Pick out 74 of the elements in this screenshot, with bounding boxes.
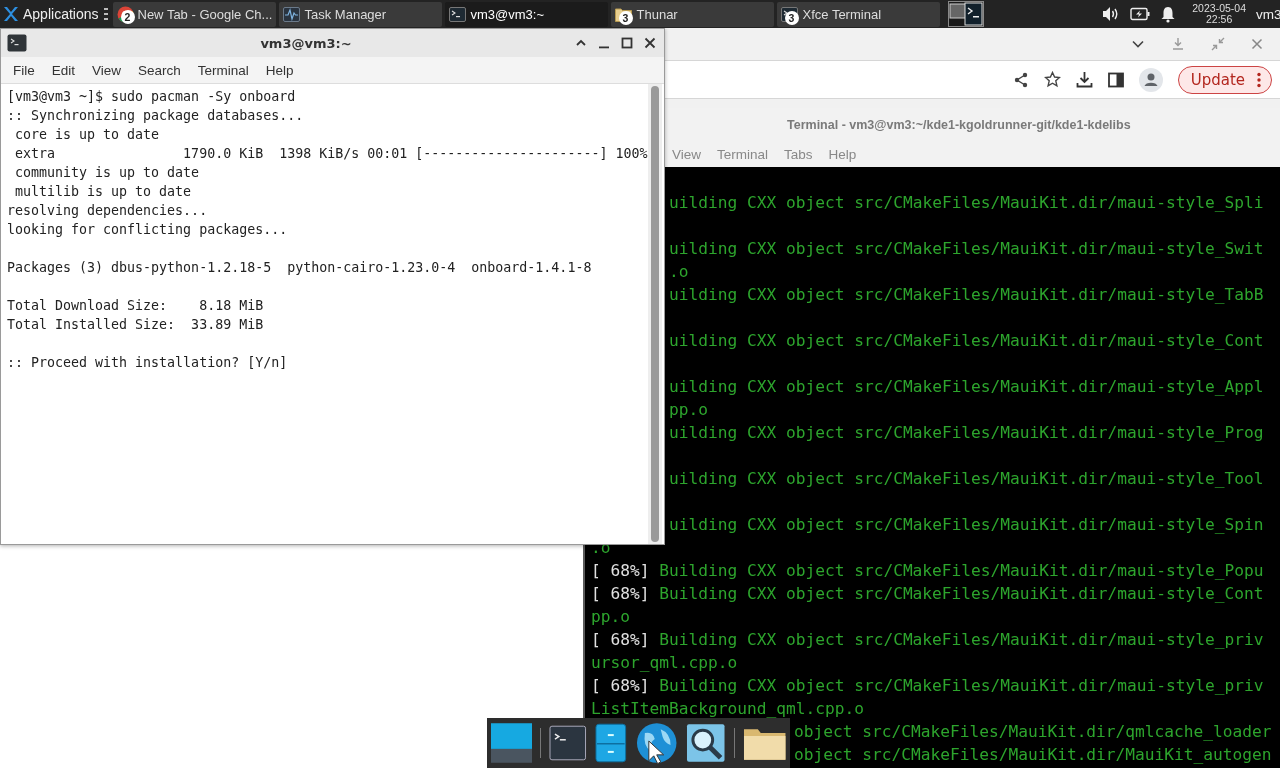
clock[interactable]: 2023-05-04 22:56 [1192, 3, 1246, 25]
output-line: Building CXX object src/CMakeFiles/MauiKit.dir/maui-style_priv [659, 675, 1264, 697]
clock-time: 22:56 [1206, 14, 1233, 25]
output-line: Total Download Size: 8.18 MiB [7, 297, 265, 315]
progress-text: [ 68%] [591, 675, 650, 697]
output-line: Packages (3) dbus-python-1.2.18-5 python-cairo-1.23.0-4 onboard-1.4.1-8 [7, 259, 593, 277]
menu-item[interactable]: File [13, 62, 35, 78]
output-line: :: Proceed with installation? [Y/n] [7, 354, 289, 372]
magnifier-icon[interactable] [686, 723, 726, 763]
maximize-icon[interactable] [621, 37, 633, 49]
output-line: uilding CXX object src/CMakeFiles/MauiKit.dir/maui-style_Prog [669, 422, 1265, 444]
bell-icon[interactable] [1160, 5, 1177, 23]
taskbar-button[interactable]: Task Manager [278, 1, 442, 27]
output-line: object src/CMakeFiles/MauiKit.dir/qmlcache_loader [793, 721, 1273, 743]
menu-icon [1257, 71, 1261, 88]
output-line: looking for conflicting packages... [7, 221, 289, 239]
output-line: Building CXX object src/CMakeFiles/MauiKit.dir/maui-style_Cont [659, 583, 1264, 605]
output-line: community is up to date [14, 164, 201, 182]
workspace-switcher[interactable] [947, 1, 984, 27]
desktop-icon[interactable] [491, 723, 533, 763]
close-icon[interactable] [644, 37, 656, 49]
download-icon[interactable] [1075, 71, 1093, 88]
menu-item[interactable]: Edit [51, 62, 76, 78]
output-line: ursor_qml.cpp.o [591, 652, 738, 674]
menu-item[interactable]: Help [265, 62, 294, 78]
taskbar-button[interactable]: vm3@vm3:~ [444, 1, 608, 27]
taskbar-button[interactable]: 2 New Tab - Google Ch... [112, 1, 276, 27]
output-line: uilding CXX object src/CMakeFiles/MauiKit.dir/maui-style_Swit [669, 238, 1265, 260]
globe-icon[interactable] [634, 721, 679, 765]
output-line: ListItemBackground_qml.cpp.o [591, 698, 864, 720]
terminal-icon [7, 34, 27, 52]
output-line: uilding CXX object src/CMakeFiles/MauiKit.dir/maui-style_Appl [669, 376, 1265, 398]
terminal-icon [448, 6, 466, 22]
clock-date: 2023-05-04 [1192, 3, 1246, 14]
output-line: object src/CMakeFiles/MauiKit.dir/MauiKit_autogen [793, 744, 1273, 766]
output-line: uilding CXX object src/CMakeFiles/MauiKit.dir/maui-style_Spli [669, 192, 1265, 214]
grip-icon[interactable] [103, 7, 108, 21]
output-line: pp.o [669, 399, 709, 421]
file-cabinet-icon[interactable] [595, 723, 627, 763]
window-title: vm3@vm3:~ [259, 35, 353, 51]
terminal-icon[interactable] [549, 725, 587, 761]
output-line: uilding CXX object src/CMakeFiles/MauiKit.dir/maui-style_Cont [669, 330, 1265, 352]
taskbar-button[interactable]: 3 Thunar [610, 1, 774, 27]
side-panel-icon[interactable] [1107, 71, 1124, 88]
menu-item[interactable]: View [92, 62, 122, 78]
update-button[interactable]: Update [1177, 65, 1272, 94]
menu-item[interactable]: Search [138, 62, 181, 78]
star-icon[interactable] [1043, 71, 1061, 88]
progress-text: [ 68%] [591, 583, 650, 605]
scrollbar[interactable] [648, 84, 662, 544]
output-line: multilib is up to date [14, 183, 193, 201]
profile-icon[interactable] [1138, 67, 1163, 92]
output-line: core is up to date [14, 126, 161, 144]
output-line: resolving dependencies... [7, 202, 209, 220]
output-line: pp.o [591, 606, 630, 628]
battery-icon[interactable] [1130, 7, 1151, 21]
output-line: uilding CXX object src/CMakeFiles/MauiKit.dir/maui-style_Tool [669, 468, 1265, 490]
output-line: :: Synchronizing package databases... [7, 107, 305, 125]
taskbar-button[interactable]: 3 Xfce Terminal [776, 1, 940, 27]
output-line: Total Installed Size: 33.89 MiB [7, 316, 265, 334]
output-line: uilding CXX object src/CMakeFiles/MauiKit.dir/maui-style_TabB [669, 284, 1265, 306]
output-line: [vm3@vm3 ~]$ sudo pacman -Sy onboard [7, 88, 297, 106]
output-line: .o [669, 261, 690, 283]
progress-text: [ 68%] [591, 560, 650, 582]
progress-text: [ 68%] [591, 629, 650, 651]
share-icon[interactable] [1012, 71, 1029, 88]
apps-icon [3, 6, 19, 22]
output-line: extra 1790.0 KiB 1398 KiB/s 00:01 [----------------------] 100% [14, 145, 648, 163]
output-line: uilding CXX object src/CMakeFiles/MauiKit.dir/maui-style_Spin [669, 514, 1265, 536]
waveform-icon [282, 6, 300, 22]
output-line: Building CXX object src/CMakeFiles/MauiKit.dir/maui-style_priv [659, 629, 1264, 651]
output-line: Building CXX object src/CMakeFiles/MauiKit.dir/maui-style_Popu [659, 560, 1264, 582]
applications-menu-button[interactable]: Applications [0, 1, 101, 27]
menu-item[interactable]: Terminal [197, 62, 249, 78]
